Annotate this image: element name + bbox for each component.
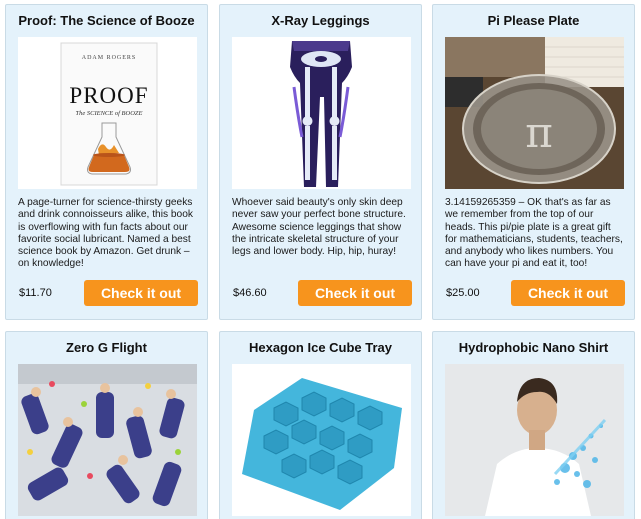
product-title[interactable]: Proof: The Science of Booze	[6, 13, 207, 28]
product-description: 3.14159265359 – OK that's as far as we r…	[445, 197, 623, 270]
product-card: Pi Please Plate π 3.14159265359 – OK tha…	[432, 4, 635, 320]
product-image[interactable]: ADAM ROGERS PROOF The SCIENCE of BOOZE	[18, 37, 197, 189]
check-it-out-button[interactable]: Check it out	[84, 280, 198, 306]
product-title[interactable]: Zero G Flight	[6, 340, 207, 355]
product-card: Proof: The Science of Booze ADAM ROGERS …	[5, 4, 208, 320]
product-title[interactable]: Pi Please Plate	[433, 13, 634, 28]
product-description: A page-turner for science-thirsty geeks …	[18, 197, 193, 270]
product-card: X-Ray Leggings Whoever said beauty's onl…	[219, 4, 422, 320]
product-price: $46.60	[233, 287, 267, 299]
product-title[interactable]: Hydrophobic Nano Shirt	[433, 340, 634, 355]
product-image[interactable]	[232, 37, 411, 189]
product-image[interactable]: π	[445, 37, 624, 189]
product-image[interactable]	[445, 364, 624, 516]
product-card: Hydrophobic Nano Shirt	[432, 331, 635, 519]
product-price: $11.70	[19, 287, 52, 299]
product-card: Hexagon Ice Cube Tray	[219, 331, 422, 519]
product-image[interactable]	[232, 364, 411, 516]
check-it-out-button[interactable]: Check it out	[511, 280, 625, 306]
svg-text:π: π	[525, 108, 553, 157]
book-subtitle-text: The SCIENCE of BOOZE	[76, 110, 143, 117]
book-author-text: ADAM ROGERS	[82, 55, 137, 61]
product-description: Whoever said beauty's only skin deep nev…	[232, 197, 406, 258]
book-title-text: PROOF	[69, 83, 148, 108]
product-card: Zero G Flight	[5, 331, 208, 519]
product-price: $25.00	[446, 287, 480, 299]
check-it-out-button[interactable]: Check it out	[298, 280, 412, 306]
product-title[interactable]: X-Ray Leggings	[220, 13, 421, 28]
product-image[interactable]	[18, 364, 197, 516]
product-title[interactable]: Hexagon Ice Cube Tray	[220, 340, 421, 355]
